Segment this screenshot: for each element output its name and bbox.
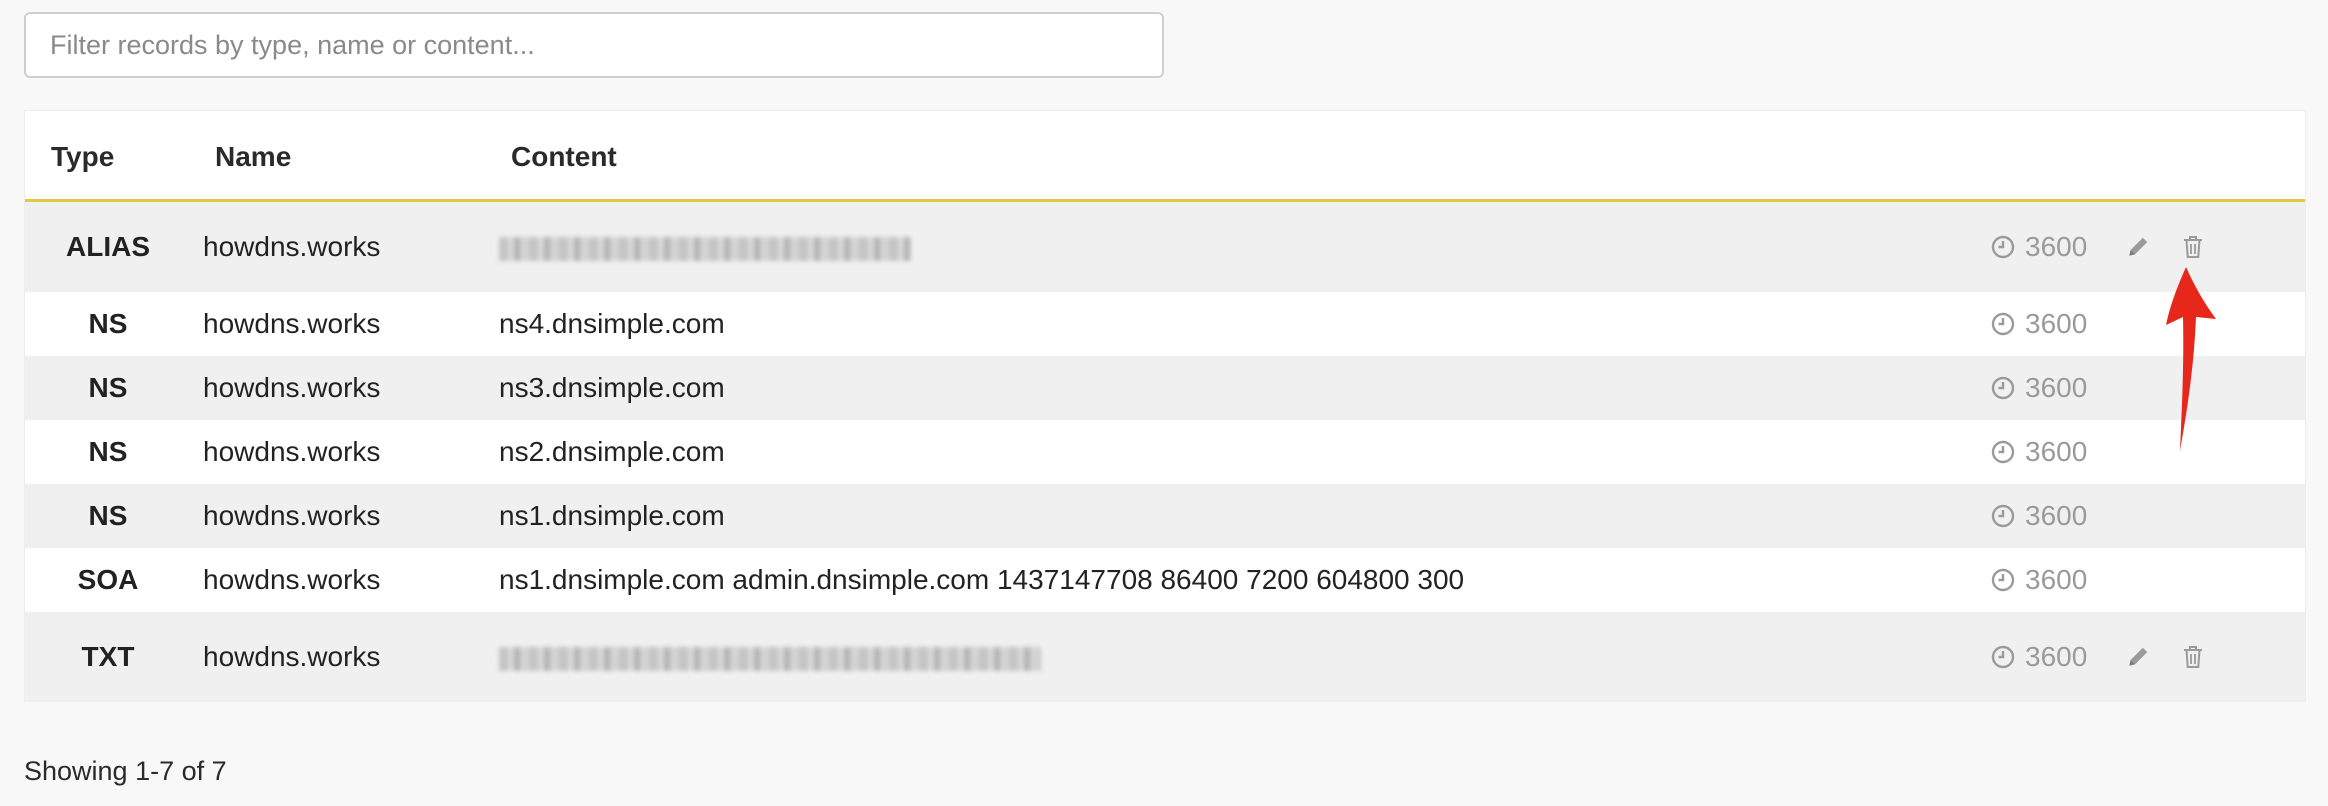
- record-ttl: 3600: [1991, 500, 2087, 532]
- clock-icon: [1991, 568, 2015, 592]
- delete-record-button[interactable]: [2181, 644, 2205, 670]
- ttl-value: 3600: [2025, 372, 2088, 403]
- record-ttl: 3600: [1991, 564, 2087, 596]
- record-ttl: 3600: [1991, 308, 2087, 340]
- pencil-icon: [2129, 647, 2148, 666]
- record-content: ns1.dnsimple.com: [499, 500, 725, 531]
- column-header-type: Type: [51, 141, 115, 172]
- record-ttl: 3600: [1991, 436, 2087, 468]
- record-name: howdns.works: [203, 231, 381, 262]
- table-row: TXT howdns.works 3600: [25, 612, 2305, 702]
- record-type: NS: [88, 500, 128, 531]
- record-ttl: 3600: [1991, 231, 2087, 263]
- record-content: ns4.dnsimple.com: [499, 308, 725, 339]
- filter-records-input[interactable]: [24, 12, 1164, 78]
- record-content-redacted: [499, 231, 911, 263]
- dns-records-table: Type Name Content ALIAS howdns.works 360…: [24, 110, 2306, 702]
- clock-icon: [1991, 235, 2015, 259]
- table-row: NS howdns.works ns2.dnsimple.com 3600: [25, 420, 2305, 484]
- record-name: howdns.works: [203, 436, 381, 467]
- clock-icon: [1991, 440, 2015, 464]
- ttl-value: 3600: [2025, 641, 2088, 672]
- edit-record-button[interactable]: [2125, 234, 2151, 260]
- pagination-summary: Showing 1-7 of 7: [24, 756, 227, 786]
- column-header-content: Content: [511, 141, 617, 172]
- record-name: howdns.works: [203, 641, 381, 672]
- record-content: ns1.dnsimple.com admin.dnsimple.com 1437…: [499, 564, 1465, 595]
- ttl-value: 3600: [2025, 500, 2088, 531]
- table-row: NS howdns.works ns4.dnsimple.com 3600: [25, 292, 2305, 356]
- column-header-name: Name: [215, 141, 292, 172]
- ttl-value: 3600: [2025, 231, 2088, 262]
- table-row: NS howdns.works ns1.dnsimple.com 3600: [25, 484, 2305, 548]
- record-type: ALIAS: [66, 231, 150, 262]
- record-content: ns2.dnsimple.com: [499, 436, 725, 467]
- record-content-redacted: [499, 641, 1041, 673]
- record-type: NS: [88, 308, 128, 339]
- record-type: SOA: [77, 564, 139, 595]
- clock-icon: [1991, 312, 2015, 336]
- trash-icon: [2184, 236, 2202, 258]
- record-name: howdns.works: [203, 564, 381, 595]
- clock-icon: [1991, 645, 2015, 669]
- table-row: NS howdns.works ns3.dnsimple.com 3600: [25, 356, 2305, 420]
- clock-icon: [1991, 376, 2015, 400]
- edit-record-button[interactable]: [2125, 644, 2151, 670]
- record-content: ns3.dnsimple.com: [499, 372, 725, 403]
- trash-icon: [2184, 646, 2202, 668]
- record-name: howdns.works: [203, 500, 381, 531]
- record-name: howdns.works: [203, 372, 381, 403]
- ttl-value: 3600: [2025, 564, 2088, 595]
- table-header: Type Name Content: [25, 111, 2305, 202]
- record-name: howdns.works: [203, 308, 381, 339]
- ttl-value: 3600: [2025, 436, 2088, 467]
- clock-icon: [1991, 504, 2015, 528]
- record-type: TXT: [81, 641, 135, 672]
- record-type: NS: [88, 372, 128, 403]
- table-row: ALIAS howdns.works 3600: [25, 202, 2305, 292]
- record-ttl: 3600: [1991, 641, 2087, 673]
- ttl-value: 3600: [2025, 308, 2088, 339]
- pencil-icon: [2129, 237, 2148, 256]
- record-type: NS: [88, 436, 128, 467]
- record-ttl: 3600: [1991, 372, 2087, 404]
- delete-record-button[interactable]: [2181, 234, 2205, 260]
- table-row: SOA howdns.works ns1.dnsimple.com admin.…: [25, 548, 2305, 612]
